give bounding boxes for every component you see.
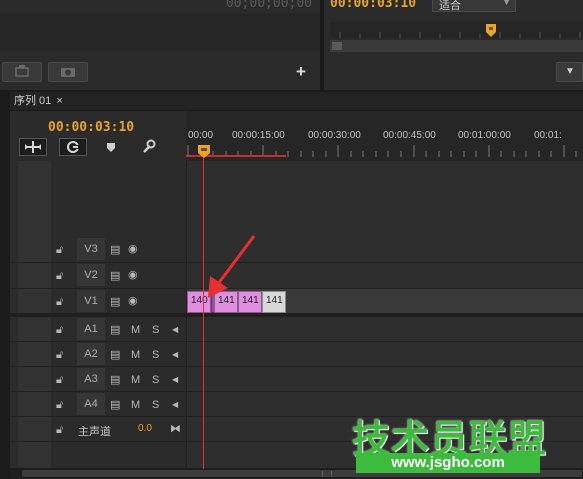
ruler-label: 00:00:30:00	[308, 130, 361, 141]
empty-track-area	[10, 161, 583, 237]
mute-button[interactable]: M	[131, 324, 140, 336]
voice-over-icon[interactable]: ▤	[110, 324, 120, 336]
lock-icon[interactable]: 🔓︎	[56, 349, 63, 361]
track-a2: 🔓︎ A2 ▤ M S ◀	[10, 342, 583, 367]
voice-over-icon[interactable]: ▤	[110, 374, 120, 386]
source-timecode: 00;00;00;00	[225, 0, 312, 11]
linked-selection-button[interactable]	[59, 138, 87, 156]
track-label-v2[interactable]: V2	[77, 264, 105, 286]
track-a1: 🔓︎ A1 ▤ M S ◀	[10, 317, 583, 342]
film-icon[interactable]: ▤	[110, 296, 120, 308]
tab-label: 序列 01	[14, 95, 52, 107]
track-label-v1[interactable]: V1	[77, 290, 105, 312]
lock-icon[interactable]: 🔓︎	[56, 244, 63, 256]
lock-icon[interactable]: 🔓︎	[56, 424, 63, 436]
track-label-v3[interactable]: V3	[77, 238, 105, 260]
program-timecode: 00:00:03:10	[330, 0, 417, 11]
source-scrub-area[interactable]	[0, 14, 320, 50]
audio-arrow-icon[interactable]: ◀	[172, 374, 178, 386]
add-button[interactable]: +	[292, 62, 310, 82]
time-ruler[interactable]: 00:00 00:00:15:00 00:00:30:00 00:00:45:0…	[186, 111, 583, 161]
snap-icon	[25, 141, 41, 153]
track-label-a3[interactable]: A3	[77, 368, 105, 390]
annotation-arrow-icon	[208, 235, 256, 298]
solo-button[interactable]: S	[152, 399, 159, 411]
wrench-icon	[143, 139, 156, 153]
program-ruler[interactable]	[330, 22, 583, 38]
timeline-header-controls: 00:00:03:10	[10, 111, 186, 161]
track-v3: 🔓︎ V3 ▤ ◉	[10, 237, 583, 263]
audio-arrow-icon[interactable]: ◀	[172, 349, 178, 361]
chevron-down-icon: ▼	[502, 0, 511, 7]
ruler-label: 00:01:00:00	[458, 130, 511, 141]
ruler-label: 00:00	[188, 130, 214, 141]
watermark-url: www.jsgho.com	[356, 453, 540, 473]
lock-icon[interactable]: 🔓︎	[56, 296, 63, 308]
marker-icon	[107, 143, 115, 152]
tab-sequence-01[interactable]: 序列 01 ×	[14, 92, 63, 110]
source-monitor-panel: 00;00;00;00 +	[0, 0, 320, 90]
ruler-label: 00:00:15:00	[232, 130, 285, 141]
track-label-a1[interactable]: A1	[77, 318, 105, 340]
film-icon[interactable]: ▤	[110, 270, 120, 282]
program-monitor-panel: 00:00:03:10 适合 ▼ ▼	[324, 0, 583, 90]
playhead-line[interactable]	[203, 158, 204, 469]
lock-icon[interactable]: 🔓︎	[56, 374, 63, 386]
master-level[interactable]: 0.0	[138, 423, 152, 434]
camera-button[interactable]	[48, 62, 88, 82]
program-ruler-ticks	[339, 32, 581, 38]
mute-button[interactable]: M	[131, 399, 140, 411]
voice-over-icon[interactable]: ▤	[110, 349, 120, 361]
mute-button[interactable]: M	[131, 374, 140, 386]
audio-arrow-icon[interactable]: ◀	[172, 399, 178, 411]
export-frame-button[interactable]	[2, 62, 42, 82]
solo-button[interactable]: S	[152, 349, 159, 361]
playhead-handle-icon[interactable]	[198, 145, 210, 162]
close-icon[interactable]: ×	[56, 95, 62, 107]
program-playhead-icon[interactable]	[486, 24, 496, 41]
solo-button[interactable]: S	[152, 374, 159, 386]
zoom-select-value: 适合	[439, 0, 461, 12]
track-a3: 🔓︎ A3 ▤ M S ◀	[10, 367, 583, 392]
clip[interactable]: 141	[262, 291, 286, 313]
track-v2: 🔓︎ V2 ▤ ◉	[10, 263, 583, 289]
eye-icon[interactable]: ◉	[128, 243, 138, 255]
keyframe-nav-icon[interactable]: ⧓	[170, 423, 181, 435]
program-scrollbar[interactable]	[330, 40, 583, 52]
snap-button[interactable]	[19, 138, 47, 156]
ruler-label: 00:01:	[534, 130, 562, 141]
mute-button[interactable]: M	[131, 349, 140, 361]
eye-icon[interactable]: ◉	[128, 269, 138, 281]
camera-icon	[61, 68, 75, 77]
program-menu-button[interactable]: ▼	[556, 62, 583, 82]
solo-button[interactable]: S	[152, 324, 159, 336]
timeline-tab-bar: 序列 01 ×	[10, 92, 583, 111]
add-marker-button[interactable]	[104, 140, 118, 154]
film-icon[interactable]: ▤	[110, 244, 120, 256]
link-icon	[67, 141, 79, 153]
export-frame-icon	[15, 65, 29, 77]
sequence-timecode[interactable]: 00:00:03:10	[48, 120, 134, 135]
track-label-a2[interactable]: A2	[77, 343, 105, 365]
ruler-label: 00:00:45:00	[383, 130, 436, 141]
lock-icon[interactable]: 🔓︎	[56, 270, 63, 282]
audio-arrow-icon[interactable]: ◀	[172, 324, 178, 336]
master-track-label[interactable]: 主声道	[78, 423, 111, 439]
timeline-settings-button[interactable]	[140, 139, 156, 155]
eye-icon[interactable]: ◉	[128, 295, 138, 307]
triangle-down-icon: ▼	[565, 66, 575, 77]
track-label-a4[interactable]: A4	[77, 393, 105, 415]
lock-icon[interactable]: 🔓︎	[56, 399, 63, 411]
video-tracks: 🔓︎ V3 ▤ ◉ 🔓︎ V2 ▤ ◉ 🔓︎ V1 ▤ ◉ 140 141 14…	[10, 237, 583, 315]
lock-icon[interactable]: 🔓︎	[56, 324, 63, 336]
track-v1: 🔓︎ V1 ▤ ◉ 140 141 141 141	[10, 289, 583, 315]
zoom-select[interactable]: 适合 ▼	[432, 0, 516, 12]
voice-over-icon[interactable]: ▤	[110, 399, 120, 411]
